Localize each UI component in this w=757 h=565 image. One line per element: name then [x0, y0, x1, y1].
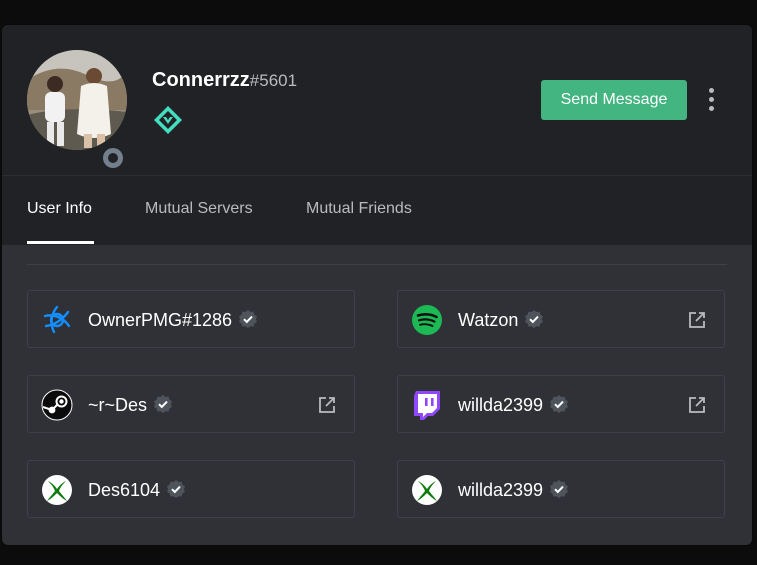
account-name: Des6104 [88, 480, 161, 500]
account-name: willda2399 [458, 480, 544, 500]
xbox-icon [41, 474, 73, 506]
connection-card-xbox-2: willda2399 [397, 460, 725, 518]
tab-mutual-servers[interactable]: Mutual Servers [145, 200, 253, 218]
user-tag: Connerrzz#5601 [152, 69, 297, 92]
hypesquad-balance-icon[interactable] [153, 105, 183, 135]
verified-icon [549, 479, 569, 499]
account-name: Watzon [458, 310, 519, 330]
tab-mutual-friends[interactable]: Mutual Friends [306, 200, 412, 218]
connection-card-xbox: Des6104 [27, 460, 355, 518]
connection-card-battlenet: OwnerPMG#1286 [27, 290, 355, 348]
verified-icon [166, 479, 186, 499]
connection-account: OwnerPMG#1286 [88, 309, 258, 331]
more-options-icon[interactable] [702, 85, 722, 115]
xbox-icon [411, 474, 443, 506]
connection-card-spotify: Watzon [397, 290, 725, 348]
verified-icon [524, 309, 544, 329]
avatar [27, 50, 130, 175]
connection-account: Watzon [458, 309, 544, 331]
connection-account: willda2399 [458, 394, 569, 416]
connection-card-steam: ~r~Des [27, 375, 355, 433]
account-name: OwnerPMG#1286 [88, 310, 233, 330]
username: Connerrzz [152, 69, 250, 91]
status-indicator [96, 141, 130, 175]
tab-user-info[interactable]: User Info [27, 200, 92, 218]
external-link-icon[interactable] [687, 395, 707, 415]
verified-icon [238, 309, 258, 329]
verified-icon [153, 394, 173, 414]
external-link-icon[interactable] [317, 395, 337, 415]
account-name: willda2399 [458, 395, 544, 415]
twitch-icon [411, 389, 443, 421]
content-divider [27, 264, 727, 265]
offline-status-icon [103, 148, 123, 168]
active-tab-indicator [27, 241, 94, 244]
profile-tabs: User Info Mutual Servers Mutual Friends [2, 175, 752, 245]
connection-account: Des6104 [88, 479, 186, 501]
connection-account: ~r~Des [88, 394, 173, 416]
account-name: ~r~Des [88, 395, 148, 415]
user-profile-modal: Connerrzz#5601 Send Message User Info Mu… [2, 25, 752, 545]
avatar-image [27, 50, 127, 150]
send-message-button[interactable]: Send Message [541, 80, 687, 120]
connection-card-twitch: willda2399 [397, 375, 725, 433]
external-link-icon[interactable] [687, 310, 707, 330]
discriminator: #5601 [249, 71, 298, 90]
battlenet-icon [41, 304, 73, 336]
spotify-icon [411, 304, 443, 336]
connection-account: willda2399 [458, 479, 569, 501]
steam-icon [41, 389, 73, 421]
verified-icon [549, 394, 569, 414]
